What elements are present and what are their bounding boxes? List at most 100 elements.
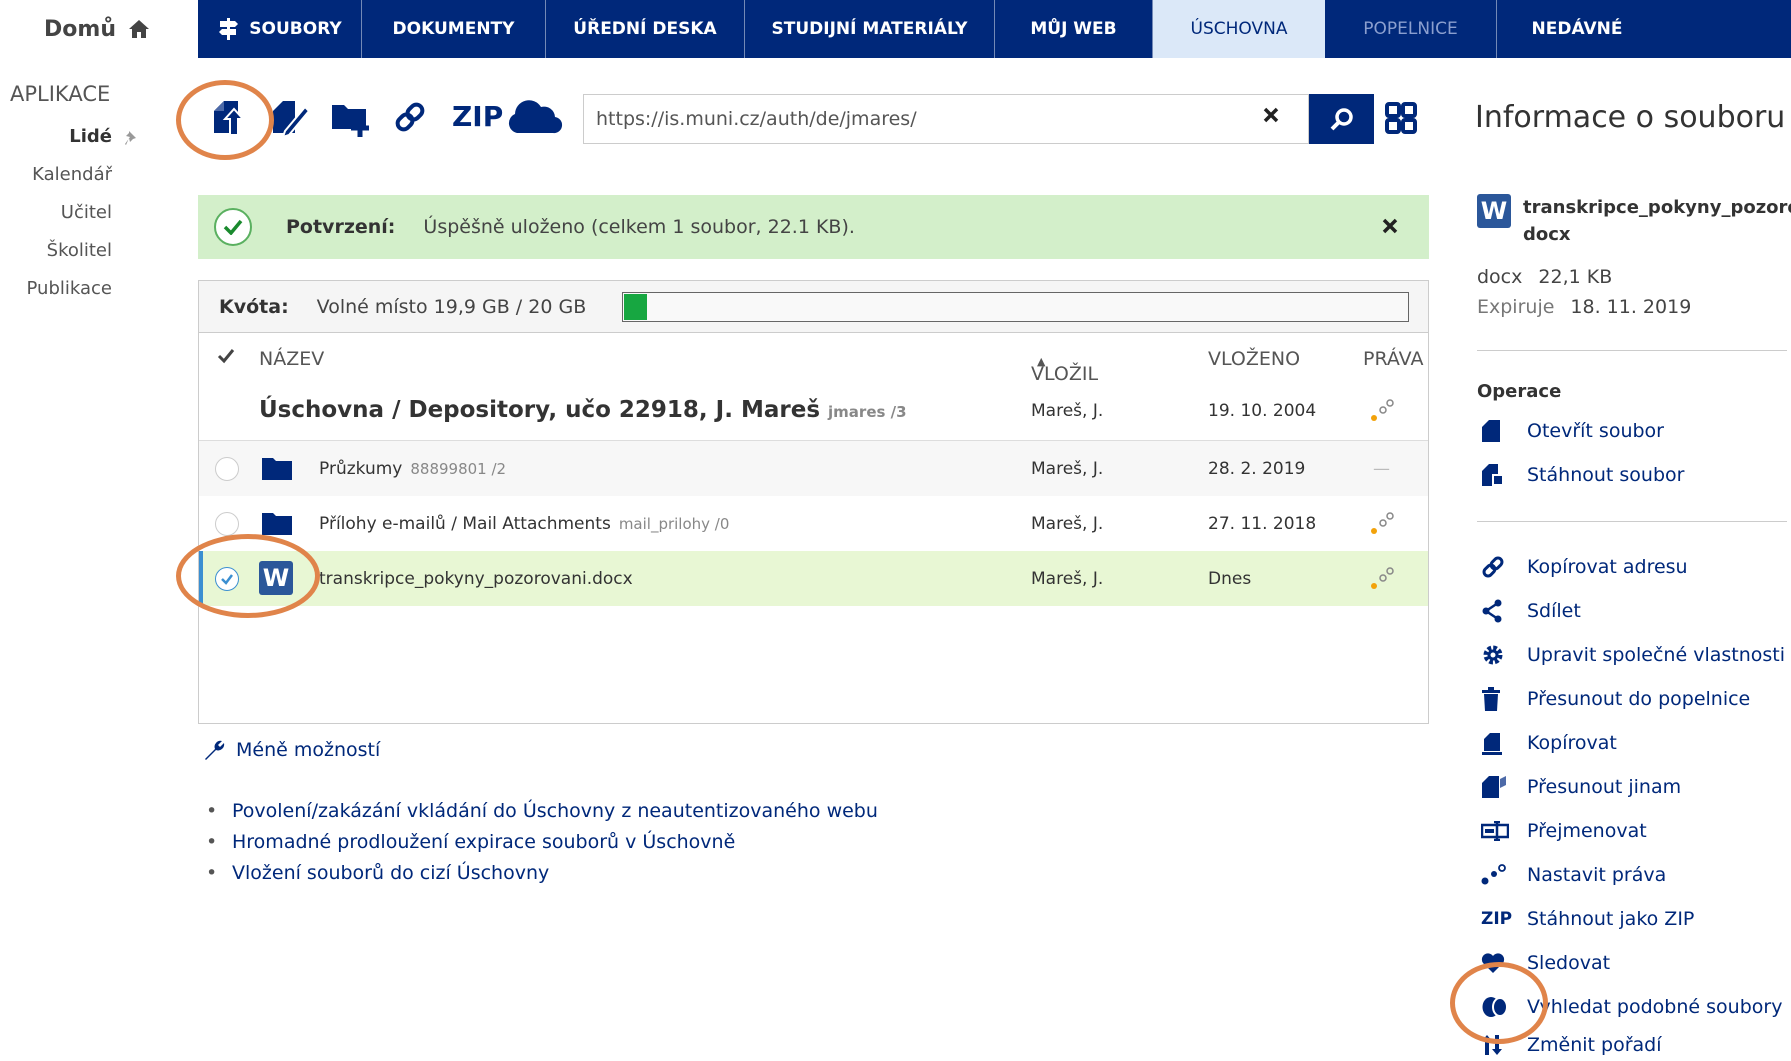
zip-icon: ZIP <box>1481 909 1513 929</box>
quota-bar-row: Kvóta: Volné místo 19,9 GB / 20 GB <box>199 281 1428 333</box>
op-copy[interactable]: Kopírovat <box>1477 721 1617 765</box>
op-edit-properties[interactable]: Upravit společné vlastnosti <box>1477 633 1785 677</box>
quota-label: Kvóta: <box>219 295 289 318</box>
tab-muj-web[interactable]: MŮJ WEB <box>995 0 1153 58</box>
top-navigation: SOUBORY DOKUMENTY ÚŘEDNÍ DESKA STUDIJNÍ … <box>198 0 1791 58</box>
annotation-circle <box>176 534 320 618</box>
app-item-lide[interactable]: Lidé <box>0 118 160 156</box>
info-type-size: docx 22,1 KB <box>1477 266 1613 288</box>
tab-dokumenty[interactable]: DOKUMENTY <box>362 0 546 58</box>
header-name[interactable]: NÁZEV <box>259 348 324 370</box>
url-value: https://is.muni.cz/auth/de/jmares/ <box>596 108 917 130</box>
info-file-name: transkripce_pokyny_pozorova docx <box>1523 197 1791 245</box>
op-download-file[interactable]: Stáhnout soubor <box>1477 453 1684 497</box>
tab-nedavne[interactable]: NEDÁVNÉ <box>1497 0 1657 58</box>
search-icon <box>1329 106 1355 132</box>
option-link[interactable]: Hromadné prodloužení expirace souborů v … <box>206 827 878 858</box>
op-move[interactable]: Přesunout jinam <box>1477 765 1681 809</box>
operations-title: Operace <box>1477 381 1562 402</box>
row-select-radio[interactable] <box>215 457 239 481</box>
header-rights[interactable]: PRÁVA <box>1363 348 1423 370</box>
row-date: 27. 11. 2018 <box>1208 514 1317 534</box>
less-options-link[interactable]: Méně možností <box>202 738 380 762</box>
tab-uschovna[interactable]: ÚSCHOVNA <box>1153 0 1325 58</box>
confirmation-message: Potvrzení: Úspěšně uloženo (celkem 1 sou… <box>198 195 1429 259</box>
close-icon[interactable] <box>1381 217 1399 235</box>
edit-file-icon[interactable] <box>269 96 311 138</box>
grid-view-icon[interactable] <box>1385 102 1417 134</box>
folder-icon <box>261 510 293 536</box>
word-file-icon: W <box>1477 194 1511 228</box>
rights-icon <box>1477 864 1527 886</box>
table-row-root[interactable]: Úschovna / Depository, učo 22918, J. Mar… <box>199 383 1428 441</box>
home-link[interactable]: Domů <box>0 0 198 58</box>
annotation-circle <box>1450 962 1548 1044</box>
op-download-zip[interactable]: ZIP Stáhnout jako ZIP <box>1477 897 1694 941</box>
divider <box>1477 521 1787 522</box>
root-title: Úschovna / Depository, učo 22918, J. Mar… <box>259 397 821 423</box>
app-item-kalendar[interactable]: Kalendář <box>0 156 160 194</box>
op-set-rights[interactable]: Nastavit práva <box>1477 853 1666 897</box>
pin-icon[interactable] <box>124 130 138 146</box>
copy-icon <box>1477 731 1527 755</box>
trash-icon <box>1477 687 1527 711</box>
move-file-icon <box>1477 775 1527 799</box>
divider <box>1477 350 1787 351</box>
op-open-file[interactable]: Otevřít soubor <box>1477 409 1664 453</box>
rights-icon[interactable] <box>1369 565 1395 591</box>
home-icon <box>128 19 150 39</box>
row-author: Mareš, J. <box>1031 514 1104 534</box>
zip-download-button[interactable]: ZIP <box>452 100 503 133</box>
option-link[interactable]: Povolení/zakázání vkládání do Úschovny z… <box>206 796 878 827</box>
root-sub: jmares /3 <box>828 403 907 421</box>
header-date[interactable]: VLOŽENO <box>1208 348 1300 370</box>
app-item-publikace[interactable]: Publikace <box>0 270 160 308</box>
tab-uredni-deska[interactable]: ÚŘEDNÍ DESKA <box>546 0 745 58</box>
gear-icon <box>1477 643 1527 667</box>
row-rights: — <box>1373 459 1390 479</box>
info-expire: Expiruje 18. 11. 2019 <box>1477 296 1692 318</box>
cloud-icon[interactable] <box>505 96 563 138</box>
app-item-skolitel[interactable]: Školitel <box>0 232 160 270</box>
option-link[interactable]: Vložení souborů do cizí Úschovny <box>206 858 878 889</box>
rights-icon[interactable] <box>1369 510 1395 536</box>
file-list-panel: Kvóta: Volné místo 19,9 GB / 20 GB NÁZEV… <box>198 280 1429 724</box>
search-button[interactable] <box>1309 94 1374 144</box>
table-row-selected[interactable]: W transkripce_pokyny_pozorovani.docx Mar… <box>199 551 1428 606</box>
confirmation-text: Úspěšně uloženo (celkem 1 soubor, 22.1 K… <box>423 216 855 238</box>
root-date: 19. 10. 2004 <box>1208 401 1317 421</box>
check-circle-icon <box>214 208 252 246</box>
quota-progress-fill <box>624 294 647 320</box>
row-author: Mareš, J. <box>1031 569 1104 589</box>
tab-popelnice[interactable]: POPELNICE <box>1325 0 1497 58</box>
op-move-to-trash[interactable]: Přesunout do popelnice <box>1477 677 1750 721</box>
tab-studijni-materialy[interactable]: STUDIJNÍ MATERIÁLY <box>745 0 995 58</box>
row-name: transkripce_pokyny_pozorovani.docx <box>319 569 633 589</box>
op-copy-address[interactable]: Kopírovat adresu <box>1477 545 1688 589</box>
clear-url-icon[interactable] <box>1262 106 1280 124</box>
link-icon <box>1477 555 1527 579</box>
share-icon <box>1477 599 1527 623</box>
op-rename[interactable]: Přejmenovat <box>1477 809 1647 853</box>
row-author: Mareš, J. <box>1031 459 1104 479</box>
row-name: Přílohy e-mailů / Mail Attachments <box>319 514 611 534</box>
select-all-icon[interactable] <box>217 348 235 364</box>
applications-menu: APLIKACE Lidé Kalendář Učitel Školitel P… <box>0 82 160 308</box>
download-file-icon <box>1477 463 1527 487</box>
row-select-radio[interactable] <box>215 512 239 536</box>
row-name: Průzkumy <box>319 459 403 479</box>
rights-icon[interactable] <box>1369 397 1395 423</box>
table-row[interactable]: Přílohy e-mailů / Mail Attachments mail_p… <box>199 496 1428 551</box>
folder-icon <box>261 455 293 481</box>
annotation-circle <box>176 80 274 160</box>
new-folder-icon[interactable] <box>330 96 374 138</box>
open-file-icon <box>1477 419 1527 443</box>
tab-soubory[interactable]: SOUBORY <box>198 0 362 58</box>
op-share[interactable]: Sdílet <box>1477 589 1581 633</box>
table-header: NÁZEV VLOŽIL ▲ VLOŽENO PRÁVA <box>199 333 1428 385</box>
url-input[interactable]: https://is.muni.cz/auth/de/jmares/ <box>583 94 1309 144</box>
app-item-ucitel[interactable]: Učitel <box>0 194 160 232</box>
header-author[interactable]: VLOŽIL ▲ <box>1031 348 1098 385</box>
link-icon[interactable] <box>393 96 427 138</box>
table-row[interactable]: Průzkumy 88899801 /2 Mareš, J. 28. 2. 201… <box>199 441 1428 496</box>
